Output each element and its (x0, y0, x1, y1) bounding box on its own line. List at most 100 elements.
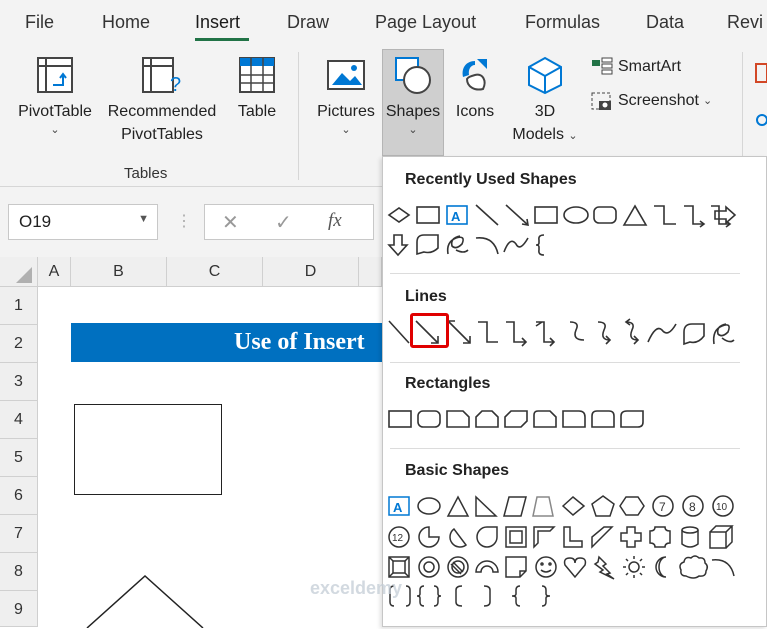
right-bracket-shape-icon[interactable] (483, 585, 491, 607)
teardrop-shape-icon[interactable] (476, 526, 498, 548)
curved-connector-shape-icon[interactable] (569, 321, 585, 341)
snip-single-corner-rectangle-shape-icon[interactable] (446, 410, 470, 428)
diagonal-stripe-shape-icon[interactable] (591, 526, 614, 549)
tab-draw[interactable]: Draw (287, 12, 329, 33)
tab-page-layout[interactable]: Page Layout (375, 12, 476, 33)
round-same-side-rectangle-shape-icon[interactable] (591, 410, 615, 428)
textbox-shape-icon[interactable]: A (446, 205, 468, 225)
textbox-shape-icon[interactable]: A (388, 496, 410, 516)
smiley-face-shape-icon[interactable] (535, 556, 557, 578)
row-header-7[interactable]: 7 (0, 515, 38, 553)
drag-handle-icon[interactable]: ⋮ (176, 211, 192, 231)
icons-button[interactable]: Icons (448, 55, 502, 123)
elbow-connector-shape-icon[interactable] (478, 321, 498, 343)
round-diagonal-rectangle-shape-icon[interactable] (620, 410, 644, 428)
column-header-c[interactable]: C (167, 257, 263, 287)
row-header-8[interactable]: 8 (0, 553, 38, 591)
double-arrow-line-shape-icon[interactable] (447, 320, 471, 344)
tab-file[interactable]: File (25, 12, 54, 33)
parallelogram-shape-icon[interactable] (503, 496, 527, 517)
scribble-shape-icon[interactable] (712, 323, 735, 345)
enter-icon[interactable]: ✓ (275, 210, 292, 235)
moon-shape-icon[interactable] (655, 556, 667, 578)
rectangle-shape-icon[interactable] (388, 410, 412, 428)
tab-review[interactable]: Revi (727, 12, 763, 33)
freeform-shape-icon[interactable] (416, 234, 439, 256)
recommended-pivottables-button[interactable]: ? Recommended PivotTables (102, 55, 222, 146)
column-header-a[interactable]: A (38, 257, 71, 287)
3d-models-button[interactable]: 3D Models ⌄ (506, 55, 584, 148)
freeform-shape-icon[interactable] (683, 323, 705, 346)
row-header-4[interactable]: 4 (0, 401, 38, 439)
round-single-corner-rectangle-shape-icon[interactable] (562, 410, 586, 428)
curved-double-arrow-connector-shape-icon[interactable] (624, 318, 640, 345)
down-arrow-shape-icon[interactable] (387, 234, 409, 257)
heart-shape-icon[interactable] (563, 557, 587, 579)
elbow-connector-shape-icon[interactable] (654, 205, 676, 225)
right-brace-shape-icon[interactable] (541, 585, 551, 607)
arrow-line-shape-icon[interactable] (505, 204, 529, 226)
shapes-button[interactable]: Shapes ⌄ (382, 55, 444, 136)
oval-shape-icon[interactable] (563, 206, 589, 224)
hexagon-shape-icon[interactable] (619, 496, 645, 516)
pictures-button[interactable]: Pictures ⌄ (312, 55, 380, 136)
diamond-shape-icon[interactable] (387, 207, 411, 223)
dropdown-arrow-icon[interactable]: ▼ (138, 213, 149, 225)
triangle-shape-icon[interactable] (446, 495, 470, 517)
can-shape-icon[interactable] (681, 526, 699, 548)
rectangle-shape[interactable] (74, 404, 222, 495)
arc-shape-icon[interactable] (475, 237, 499, 255)
decagon-shape-icon[interactable]: 10 (712, 495, 734, 517)
bevel-shape-icon[interactable] (388, 556, 410, 578)
cancel-icon[interactable]: ✕ (222, 210, 239, 235)
rectangle-shape-icon[interactable] (416, 206, 440, 224)
chord-shape-icon[interactable] (449, 527, 468, 548)
sun-shape-icon[interactable] (623, 556, 645, 578)
row-header-3[interactable]: 3 (0, 363, 38, 401)
no-symbol-shape-icon[interactable] (447, 556, 469, 578)
snip-same-side-rectangle-shape-icon[interactable] (475, 410, 499, 428)
curve-shape-icon[interactable] (647, 323, 677, 343)
curved-arrow-connector-shape-icon[interactable] (597, 321, 612, 345)
row-header-1[interactable]: 1 (0, 287, 38, 325)
frame-shape-icon[interactable] (505, 526, 527, 548)
column-header-e[interactable] (359, 257, 382, 287)
plaque-shape-icon[interactable] (649, 526, 671, 548)
tab-formulas[interactable]: Formulas (525, 12, 600, 33)
triangle-shape[interactable] (85, 572, 205, 628)
left-brace-shape-icon[interactable] (511, 585, 521, 607)
triangle-shape-icon[interactable] (622, 204, 648, 226)
cube-shape-icon[interactable] (709, 525, 734, 549)
rectangle-shape-icon[interactable] (534, 206, 558, 224)
donut-shape-icon[interactable] (418, 556, 440, 578)
curve-shape-icon[interactable] (503, 237, 529, 253)
column-header-b[interactable]: B (71, 257, 167, 287)
name-box[interactable]: O19 ▼ (8, 204, 158, 240)
rounded-rectangle-shape-icon[interactable] (593, 206, 617, 224)
tab-home[interactable]: Home (102, 12, 150, 33)
tab-insert[interactable]: Insert (195, 12, 240, 33)
right-triangle-shape-icon[interactable] (475, 495, 498, 517)
cross-shape-icon[interactable] (620, 526, 642, 548)
snip-diagonal-rectangle-shape-icon[interactable] (504, 410, 528, 428)
pivottable-button[interactable]: PivotTable ⌄ (12, 55, 98, 136)
folded-corner-shape-icon[interactable] (505, 556, 527, 578)
row-header-2[interactable]: 2 (0, 325, 38, 363)
left-bracket-shape-icon[interactable] (455, 585, 463, 607)
right-arrow-shape-icon[interactable] (713, 205, 737, 225)
smartart-button[interactable]: SmartArt (590, 55, 730, 78)
table-button[interactable]: Table (230, 55, 284, 123)
elbow-double-arrow-connector-shape-icon[interactable] (535, 321, 556, 347)
diamond-shape-icon[interactable] (561, 496, 586, 516)
select-all-corner[interactable] (0, 257, 38, 287)
column-header-d[interactable]: D (263, 257, 359, 287)
double-brace-shape-icon[interactable] (416, 585, 442, 607)
screenshot-button[interactable]: Screenshot ⌄ (590, 89, 740, 112)
dodecagon-shape-icon[interactable]: 12 (388, 526, 410, 548)
pie-shape-icon[interactable] (418, 526, 440, 548)
left-brace-shape-icon[interactable] (535, 234, 545, 256)
octagon-shape-icon[interactable]: 8 (682, 495, 704, 517)
oval-shape-icon[interactable] (417, 497, 441, 515)
snip-round-rectangle-shape-icon[interactable] (533, 410, 557, 428)
block-arc-shape-icon[interactable] (475, 560, 499, 573)
